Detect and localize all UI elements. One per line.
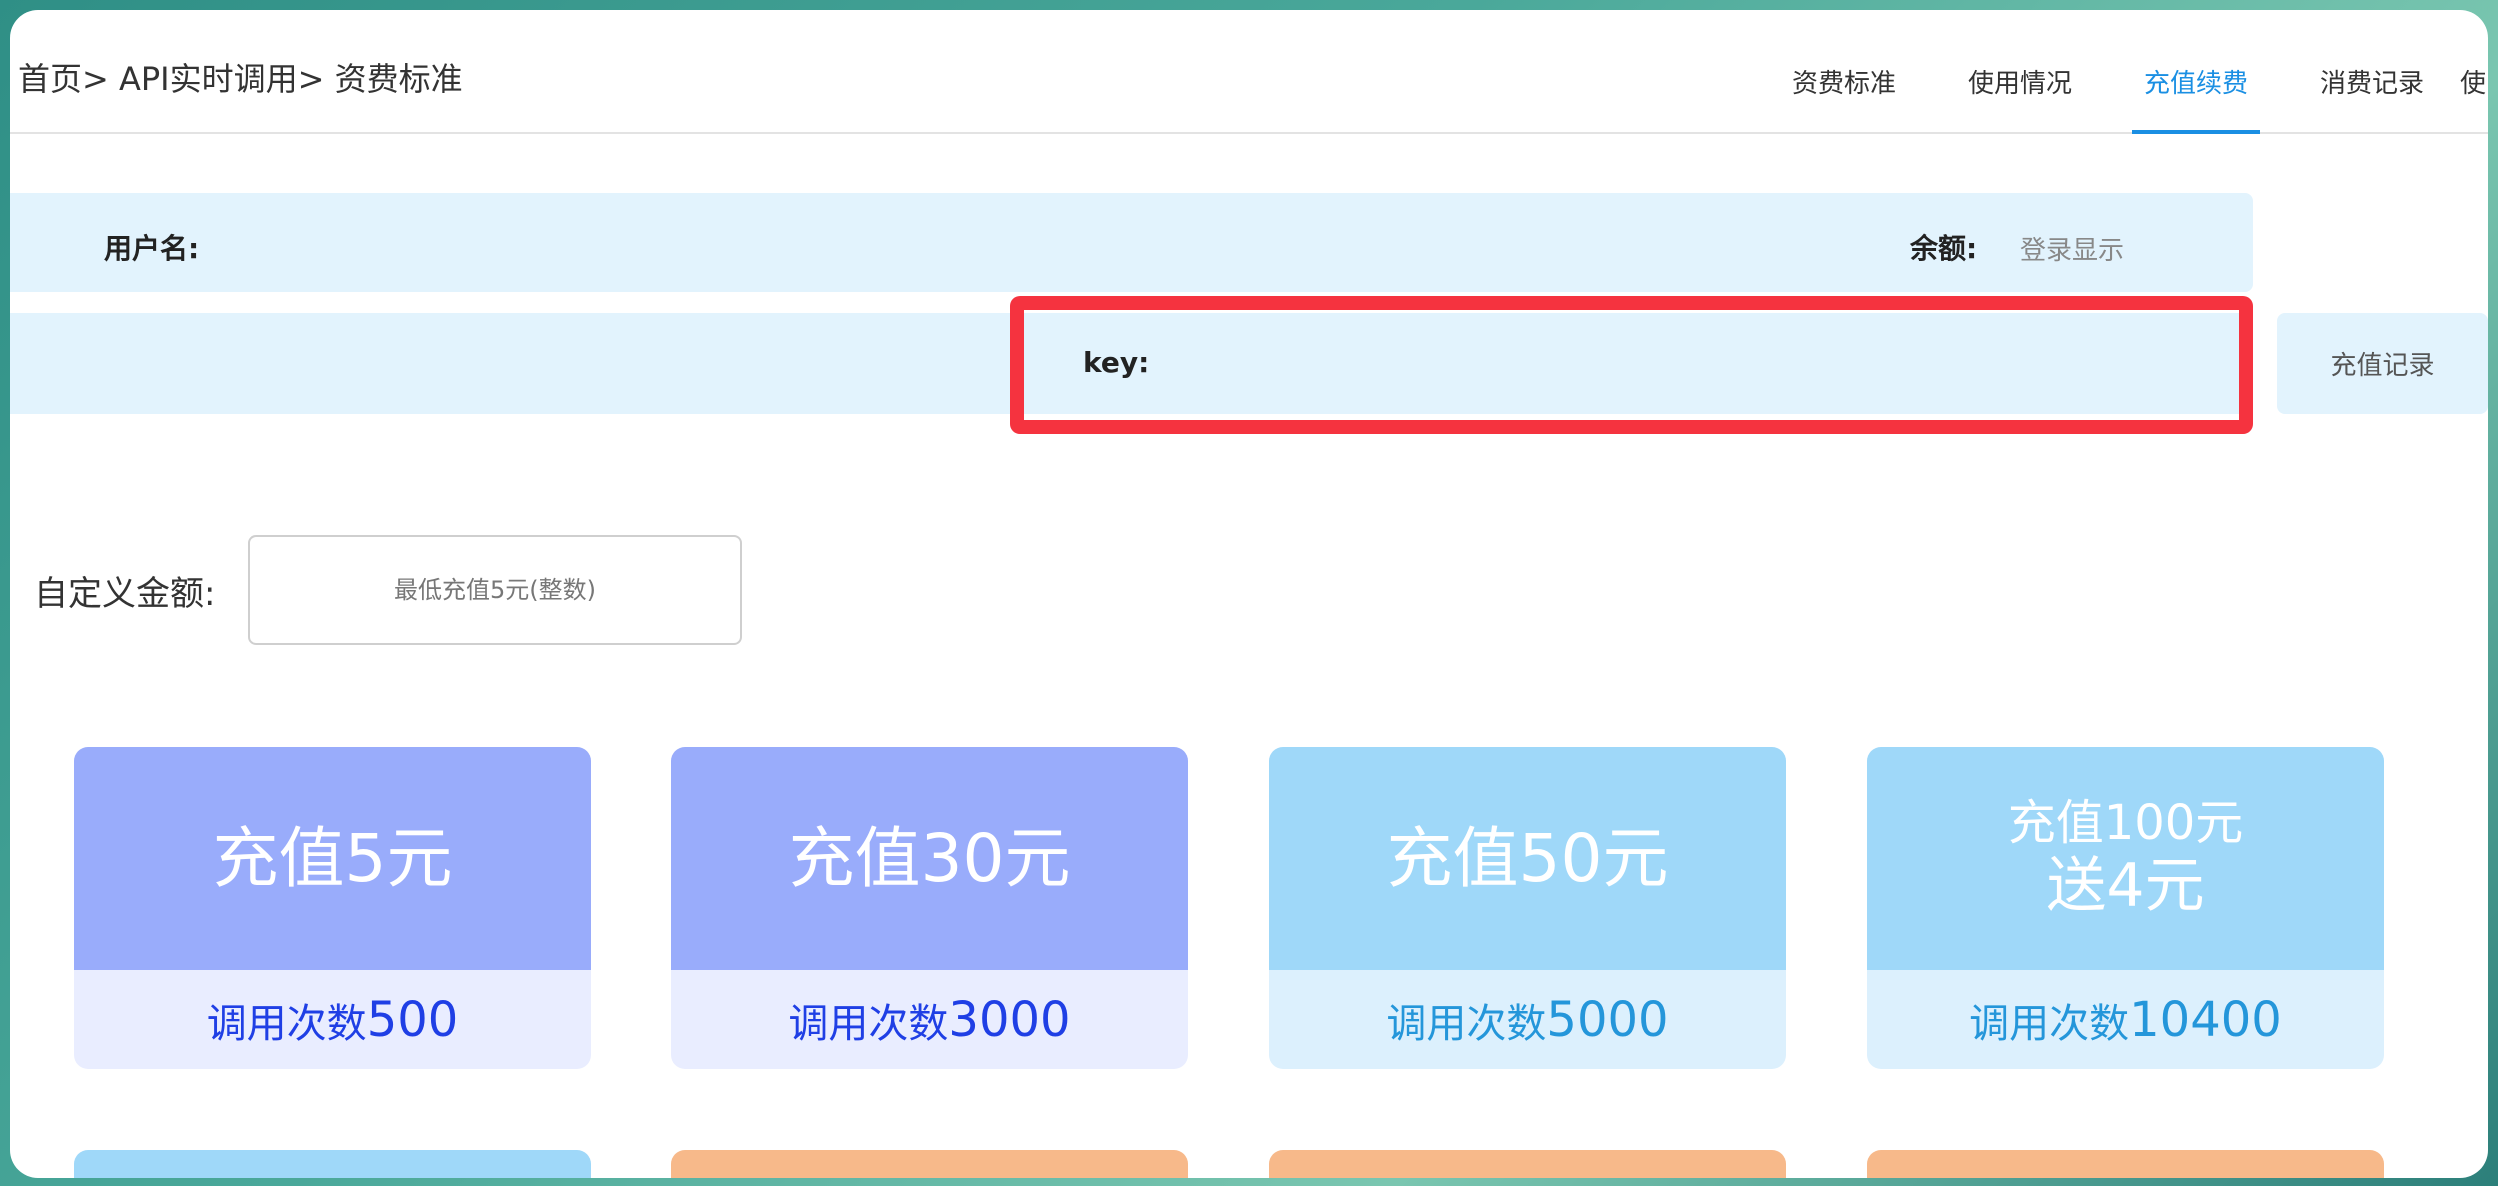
- package-card-partial[interactable]: [1269, 1150, 1786, 1178]
- package-card-partial[interactable]: [74, 1150, 591, 1178]
- balance-value: 登录显示: [2020, 236, 2125, 266]
- package-card-30[interactable]: 充值30元 调用次数 3000: [671, 747, 1188, 1069]
- tab-usage[interactable]: 使用情况: [1932, 10, 2108, 132]
- package-calls: 调用次数 10400: [1867, 970, 2384, 1069]
- tab-recharge[interactable]: 充值续费: [2108, 10, 2284, 134]
- package-calls: 调用次数 500: [74, 970, 591, 1069]
- package-calls: 调用次数 3000: [671, 970, 1188, 1069]
- user-info-row: 用户名: 余额: 登录显示: [10, 193, 2253, 292]
- package-card-partial[interactable]: [1867, 1150, 2384, 1178]
- package-calls: 调用次数 5000: [1269, 970, 1786, 1069]
- browser-window: 首页> API实时调用> 资费标准 资费标准 使用情况 充值续费 消费记录 使 …: [10, 10, 2488, 1178]
- balance-label: 余额:: [1910, 232, 1978, 265]
- key-highlight-box: [1010, 296, 2253, 434]
- recharge-record-button[interactable]: 充值记录: [2277, 313, 2488, 414]
- package-card-50[interactable]: 充值50元 调用次数 5000: [1269, 747, 1786, 1069]
- package-card-100[interactable]: 充值100元 送4元 调用次数 10400: [1867, 747, 2384, 1069]
- breadcrumb: 首页> API实时调用> 资费标准: [18, 60, 463, 98]
- package-card-partial[interactable]: [671, 1150, 1188, 1178]
- package-card-5[interactable]: 充值5元 调用次数 500: [74, 747, 591, 1069]
- header: 首页> API实时调用> 资费标准 资费标准 使用情况 充值续费 消费记录 使: [10, 10, 2488, 134]
- package-title: 充值5元: [74, 747, 591, 970]
- package-title: 充值50元: [1269, 747, 1786, 970]
- custom-amount-label: 自定义金额:: [34, 574, 216, 614]
- package-title: 充值100元 送4元: [1867, 747, 2384, 970]
- tab-overflow[interactable]: 使: [2460, 10, 2488, 132]
- tab-pricing[interactable]: 资费标准: [1756, 10, 1932, 132]
- username-label: 用户名:: [104, 232, 200, 265]
- custom-amount-input[interactable]: [248, 535, 742, 645]
- package-title: 充值30元: [671, 747, 1188, 970]
- tab-bar: 资费标准 使用情况 充值续费 消费记录 使: [1756, 10, 2488, 134]
- tab-consumption-records[interactable]: 消费记录: [2284, 10, 2460, 132]
